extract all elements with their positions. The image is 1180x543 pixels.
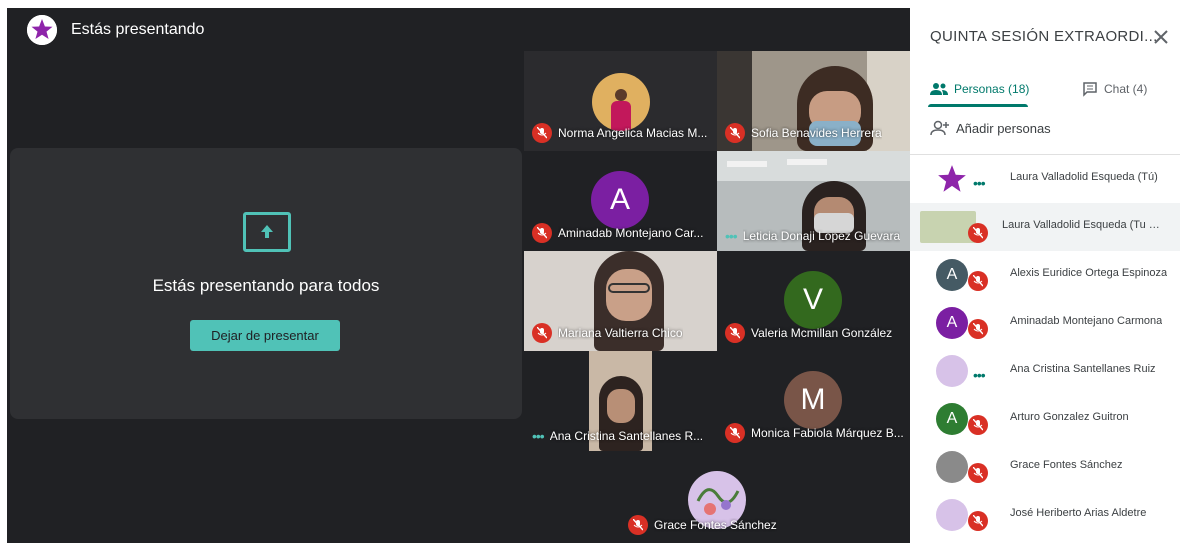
mic-off-icon xyxy=(968,319,988,339)
speaking-indicator-icon: ••• xyxy=(725,228,738,244)
meeting-title: QUINTA SESIÓN EXTRAORDI... xyxy=(930,28,1158,45)
mic-off-icon xyxy=(968,223,988,243)
participant-list-item[interactable]: A Aminadab Montejano Carmona xyxy=(910,299,1180,347)
participant-avatar: A xyxy=(936,403,968,435)
participant-avatar: A xyxy=(936,307,968,339)
tab-people-label: Personas (18) xyxy=(954,82,1030,96)
participant-tile[interactable]: Grace Fontes Sánchez xyxy=(620,451,813,543)
participant-list-item[interactable]: A Alexis Euridice Ortega Espinoza xyxy=(910,251,1180,299)
self-avatar[interactable] xyxy=(27,15,57,45)
participant-tile[interactable]: ••• Ana Cristina Santellanes R... xyxy=(524,351,717,451)
participant-name: Laura Valladolid Esqueda (Tu p... xyxy=(1002,219,1160,231)
participant-name: Grace Fontes Sánchez xyxy=(1010,459,1123,471)
mic-off-icon xyxy=(628,515,648,535)
speaking-indicator-icon: ••• xyxy=(973,367,986,383)
presenting-bar: Estás presentando xyxy=(7,8,910,52)
mic-off-icon xyxy=(968,415,988,435)
speaking-indicator-icon: ••• xyxy=(532,428,545,444)
close-icon[interactable] xyxy=(1152,28,1170,46)
participant-avatar xyxy=(936,499,968,531)
add-people-button[interactable]: Añadir personas xyxy=(930,120,1051,136)
mic-off-icon xyxy=(968,511,988,531)
participant-name: Leticia Donaji Lopez Guevara xyxy=(742,229,901,243)
mic-off-icon xyxy=(532,323,552,343)
tab-chat-label: Chat (4) xyxy=(1104,82,1148,96)
participant-list-item[interactable]: ••• Ana Cristina Santellanes Ruiz xyxy=(910,347,1180,395)
participant-name: Mariana Valtierra Chico xyxy=(558,326,683,340)
active-tab-indicator xyxy=(928,104,1028,107)
participant-avatar xyxy=(936,451,968,483)
speaking-indicator-icon: ••• xyxy=(973,175,986,191)
participant-name: Ana Cristina Santellanes Ruiz xyxy=(1010,363,1156,375)
presentation-panel: Estás presentando para todos Dejar de pr… xyxy=(10,148,522,419)
participants-panel: QUINTA SESIÓN EXTRAORDI... Personas (18)… xyxy=(910,8,1180,543)
participant-list-item[interactable]: A Arturo Gonzalez Guitron xyxy=(910,395,1180,443)
tab-chat[interactable]: Chat (4) xyxy=(1082,74,1147,104)
participant-tile[interactable]: ••• Leticia Donaji Lopez Guevara xyxy=(717,151,910,251)
avatar-initial: V xyxy=(784,271,842,329)
participant-name: Alexis Euridice Ortega Espinoza xyxy=(1010,267,1168,279)
presenting-label: Estás presentando xyxy=(71,21,205,38)
participant-avatar xyxy=(936,355,968,387)
participant-name: Norma Angelica Macias M... xyxy=(558,126,708,140)
participant-name: Ana Cristina Santellanes R... xyxy=(549,429,704,443)
participant-name: José Heriberto Arias Aldetre xyxy=(1010,507,1147,519)
mic-off-icon xyxy=(532,223,552,243)
star-avatar-icon xyxy=(27,15,57,45)
tab-people[interactable]: Personas (18) xyxy=(930,74,1029,104)
participant-avatar: A xyxy=(936,259,968,291)
participant-name: Laura Valladolid Esqueda (Tú) xyxy=(1010,171,1158,183)
add-people-label: Añadir personas xyxy=(956,120,1051,136)
presentation-message: Estás presentando para todos xyxy=(152,276,380,295)
mic-off-icon xyxy=(532,123,552,143)
participant-list-item[interactable]: José Heriberto Arias Aldetre xyxy=(910,491,1180,539)
mic-off-icon xyxy=(725,123,745,143)
participant-tile[interactable]: M Monica Fabiola Márquez B... xyxy=(717,351,910,451)
participant-name: Sofia Benavides Herrera xyxy=(751,126,882,140)
stop-presenting-button[interactable]: Dejar de presentar xyxy=(190,320,340,351)
participant-tile[interactable]: A Aminadab Montejano Car... xyxy=(524,151,717,251)
participant-tile[interactable]: Norma Angelica Macias M... xyxy=(524,51,717,151)
participant-name: Aminadab Montejano Car... xyxy=(558,226,704,240)
participant-tile[interactable]: Mariana Valtierra Chico xyxy=(524,251,717,351)
meeting-stage: Estás presentando Estás presentando para… xyxy=(7,8,910,543)
participant-tile[interactable]: Sofia Benavides Herrera xyxy=(717,51,910,151)
participant-tile[interactable]: V Valeria Mcmillan González xyxy=(717,251,910,351)
participant-name: Monica Fabiola Márquez B... xyxy=(751,426,904,440)
participant-list-item[interactable]: Laura Valladolid Esqueda (Tu p... xyxy=(910,203,1180,251)
mic-off-icon xyxy=(968,271,988,291)
participant-name: Aminadab Montejano Carmona xyxy=(1010,315,1163,327)
mic-off-icon xyxy=(725,323,745,343)
people-icon xyxy=(930,83,948,95)
avatar-initial: M xyxy=(784,371,842,429)
add-person-icon xyxy=(930,120,949,136)
mic-off-icon xyxy=(725,423,745,443)
mic-off-icon xyxy=(968,463,988,483)
chat-icon xyxy=(1083,82,1097,97)
participant-avatar xyxy=(936,163,968,195)
participant-avatar xyxy=(920,211,976,243)
participant-name: Grace Fontes Sánchez xyxy=(654,518,777,532)
participant-list-item[interactable]: Grace Fontes Sánchez xyxy=(910,443,1180,491)
participant-name: Valeria Mcmillan González xyxy=(751,326,893,340)
present-screen-icon xyxy=(243,212,291,252)
participant-list-item[interactable]: ••• Laura Valladolid Esqueda (Tú) xyxy=(910,155,1180,203)
participant-name: Arturo Gonzalez Guitron xyxy=(1010,411,1129,423)
avatar-initial: A xyxy=(591,171,649,229)
